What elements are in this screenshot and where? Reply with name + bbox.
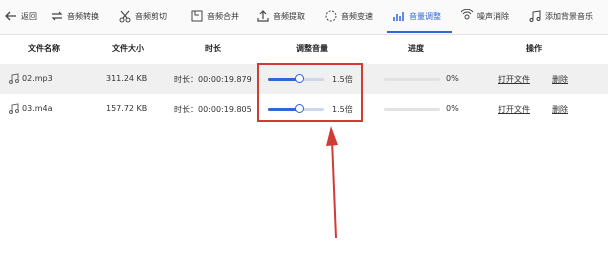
tab-audio-extract[interactable]: 音频提取 (256, 0, 305, 32)
progress-value: 0% (446, 104, 459, 113)
tab-audio-speed[interactable]: 音频变速 (324, 0, 373, 32)
tab-audio-merge[interactable]: 音频合并 (190, 0, 239, 32)
header-progress: 进度 (408, 44, 424, 53)
merge-icon (191, 10, 203, 22)
audio-file-icon (9, 103, 19, 114)
tab-audio-speed-label: 音频变速 (341, 11, 373, 21)
back-button[interactable]: 返回 (4, 0, 37, 32)
tab-audio-merge-label: 音频合并 (207, 11, 239, 21)
file-duration: 时长：00:00:19.805 (174, 105, 252, 114)
header-volume: 调整音量 (296, 44, 328, 53)
back-arrow-icon (5, 11, 16, 21)
speed-icon (325, 10, 337, 22)
audio-file-icon (9, 73, 19, 84)
progress-bar (384, 108, 440, 111)
tab-audio-cut[interactable]: 音频剪切 (118, 0, 167, 32)
header-actions: 操作 (526, 44, 542, 53)
tab-add-bgm[interactable]: 添加背景音乐 (528, 0, 593, 32)
header-size: 文件大小 (112, 44, 144, 53)
tab-audio-convert-label: 音频转换 (67, 11, 99, 21)
tab-audio-cut-label: 音频剪切 (135, 11, 167, 21)
music-note-icon (529, 10, 541, 22)
back-button-label: 返回 (21, 11, 37, 21)
table-header: 文件名称 文件大小 时长 调整音量 进度 操作 (0, 35, 608, 63)
convert-icon (51, 11, 63, 21)
file-duration: 时长：00:00:19.879 (174, 75, 252, 84)
noise-icon (460, 9, 474, 20)
tab-noise-removal[interactable]: 噪声消除 (460, 0, 509, 32)
progress-value: 0% (446, 74, 459, 83)
active-tab-underline (387, 31, 452, 33)
tab-add-bgm-label: 添加背景音乐 (545, 11, 593, 21)
tab-volume-adjust[interactable]: 音量调整 (392, 0, 441, 32)
volume-bars-icon (393, 12, 404, 21)
highlight-box (257, 63, 363, 122)
extract-icon (257, 10, 269, 22)
tab-volume-adjust-label: 音量调整 (409, 11, 441, 21)
header-name: 文件名称 (28, 44, 60, 53)
file-name: 02.mp3 (22, 74, 53, 83)
toolbar: 返回 音频转换 音频剪切 音频合并 音频提取 音频变速 音量调整 噪声消除 添加… (0, 0, 608, 35)
file-size: 311.24 KB (106, 74, 148, 83)
tab-audio-extract-label: 音频提取 (273, 11, 305, 21)
tab-audio-convert[interactable]: 音频转换 (50, 0, 99, 32)
file-name: 03.m4a (22, 104, 53, 113)
file-size: 157.72 KB (106, 104, 148, 113)
scissors-icon (119, 10, 131, 23)
tab-noise-removal-label: 噪声消除 (477, 11, 509, 21)
delete-link[interactable]: 删除 (552, 74, 568, 85)
progress-bar (384, 78, 440, 81)
header-duration: 时长 (205, 44, 221, 53)
open-file-link[interactable]: 打开文件 (498, 74, 530, 85)
open-file-link[interactable]: 打开文件 (498, 104, 530, 115)
delete-link[interactable]: 删除 (552, 104, 568, 115)
